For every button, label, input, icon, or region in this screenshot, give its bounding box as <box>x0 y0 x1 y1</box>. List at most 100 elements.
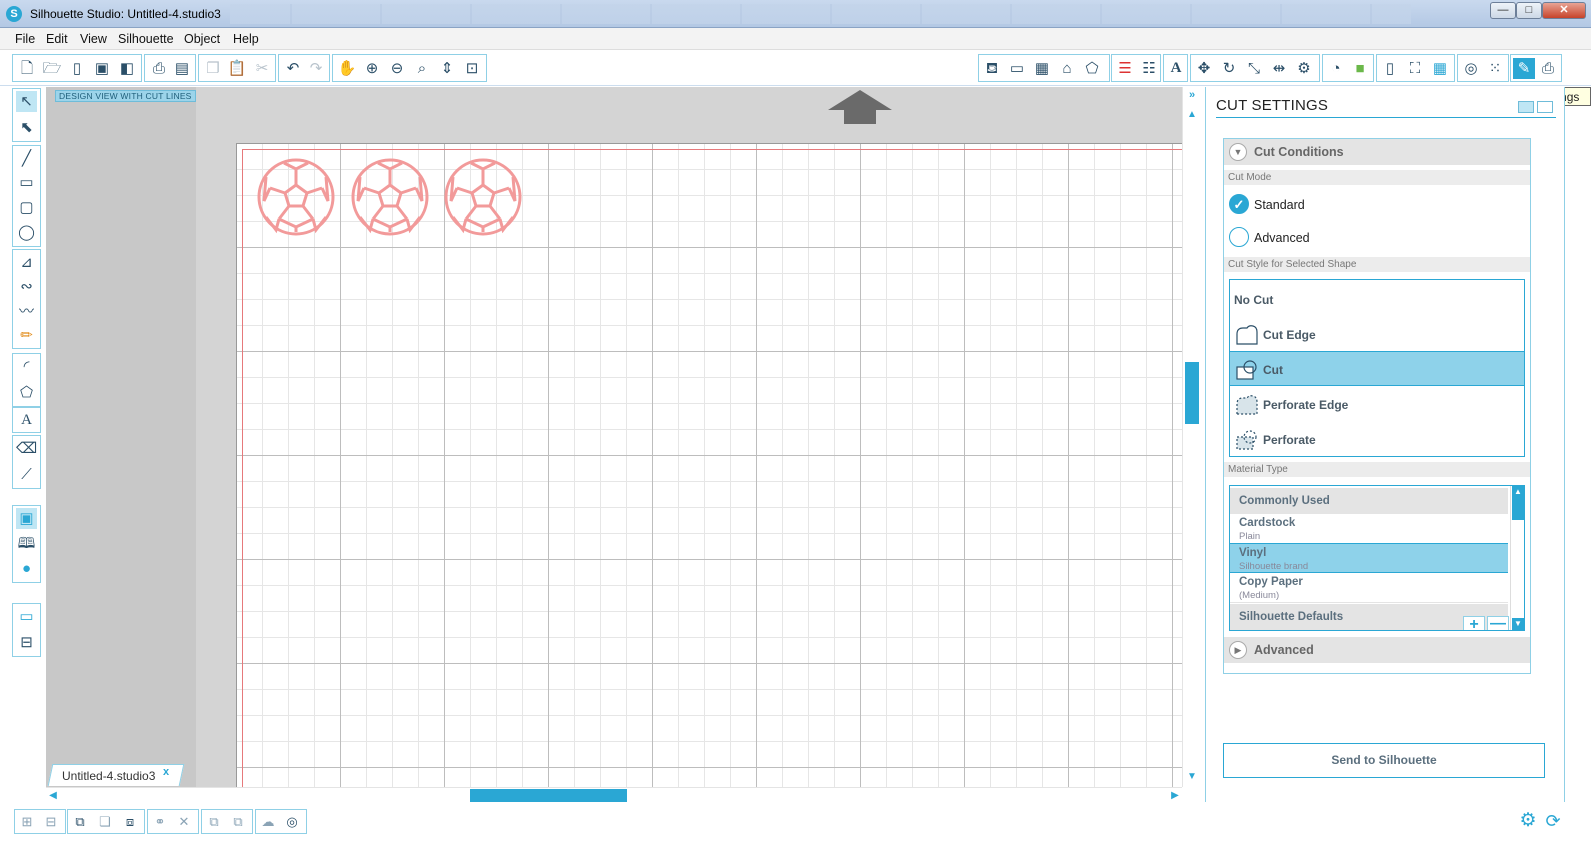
panel-collapse-icon[interactable]: » <box>1185 88 1199 102</box>
soccer-ball-shape[interactable] <box>350 157 430 237</box>
horizontal-scroll-thumb[interactable] <box>470 789 627 802</box>
material-scroll-down-icon[interactable]: ▼ <box>1512 618 1524 630</box>
scale-icon[interactable]: ⤡ <box>1243 58 1265 79</box>
print-to-cutter-icon[interactable]: ▤ <box>171 58 193 79</box>
menu-view[interactable]: View <box>80 32 107 46</box>
document-tab-close-icon[interactable]: x <box>163 766 169 778</box>
registration-marks-icon[interactable]: ⛶ <box>1404 58 1426 79</box>
zoom-select-icon[interactable]: ⌕ <box>411 58 433 79</box>
paste-icon[interactable]: 📋 <box>226 58 248 79</box>
menu-help[interactable]: Help <box>233 32 259 46</box>
text-style-icon[interactable]: A <box>1165 58 1187 79</box>
make-compound-path-icon[interactable]: ⧉ <box>70 812 90 832</box>
cut-conditions-header[interactable]: ▼ Cut Conditions <box>1224 139 1530 165</box>
ellipse-tool-icon[interactable]: ◯ <box>16 222 37 243</box>
save-icon[interactable]: ▣ <box>91 58 113 79</box>
fill-gradient-icon[interactable]: ⌂ <box>1056 58 1078 79</box>
regular-polygon-tool-icon[interactable]: ⬠ <box>16 382 37 403</box>
polygon-tool-icon[interactable]: ⊿ <box>16 252 37 273</box>
material-list-scrollbar[interactable]: ▲ ▼ <box>1510 486 1524 630</box>
fill-bucket-icon[interactable]: ⛾ <box>981 58 1003 79</box>
print-icon[interactable]: ⎙ <box>148 58 170 79</box>
panel-dock-icon[interactable] <box>1518 101 1534 113</box>
pan-hand-icon[interactable]: ✋ <box>336 58 358 79</box>
cut-style-perforate[interactable]: Perforate <box>1230 422 1524 457</box>
add-material-button[interactable]: + <box>1463 616 1485 630</box>
silhouette-store-icon[interactable]: ● <box>16 558 37 579</box>
arc-tool-icon[interactable]: ◜ <box>16 356 37 377</box>
scroll-up-arrow-icon[interactable]: ▲ <box>1185 109 1199 121</box>
zoom-in-icon[interactable]: ⊕ <box>361 58 383 79</box>
material-item-copy-paper[interactable]: Copy Paper (Medium) <box>1230 573 1508 603</box>
fill-pattern-icon[interactable]: ▦ <box>1031 58 1053 79</box>
move-icon[interactable]: ⇹ <box>1268 58 1290 79</box>
delete-icon[interactable]: ✕ <box>174 812 194 832</box>
new-document-icon[interactable]: 🗋 <box>16 58 38 79</box>
bring-forward-icon[interactable]: ⧈ <box>120 812 140 832</box>
close-button[interactable]: ✕ <box>1542 2 1586 19</box>
line-tool-icon[interactable]: ╱ <box>16 148 37 169</box>
send-to-back-icon[interactable]: ⧉ <box>228 812 248 832</box>
menu-object[interactable]: Object <box>184 32 220 46</box>
rounded-rectangle-tool-icon[interactable]: ▢ <box>16 197 37 218</box>
vertical-scroll-thumb[interactable] <box>1185 362 1199 424</box>
cut-mode-standard-label[interactable]: Standard <box>1254 198 1305 212</box>
internal-offset-icon[interactable]: ◎ <box>282 812 302 832</box>
material-item-cardstock[interactable]: Cardstock Plain <box>1230 514 1508 544</box>
text-tool-icon[interactable]: A <box>16 410 37 431</box>
line-color-icon[interactable]: ⬠ <box>1081 58 1103 79</box>
fill-color-icon[interactable]: ▭ <box>1006 58 1028 79</box>
edit-points-icon[interactable]: ⬉ <box>16 117 37 138</box>
minimize-button[interactable]: — <box>1490 2 1516 19</box>
split-view-icon[interactable]: ⊟ <box>16 632 37 653</box>
sketch-icon[interactable]: ⁙ <box>1484 58 1506 79</box>
send-to-cutter-icon[interactable]: ⎙ <box>1537 58 1559 79</box>
gear-icon[interactable]: ⚙ <box>1518 811 1538 831</box>
release-compound-path-icon[interactable]: ❏ <box>95 812 115 832</box>
soccer-ball-shape[interactable] <box>443 157 523 237</box>
select-arrow-icon[interactable]: ↖ <box>16 91 37 112</box>
menu-file[interactable]: File <box>15 32 35 46</box>
cut-style-no-cut[interactable]: No Cut <box>1230 282 1524 317</box>
maximize-button[interactable]: □ <box>1516 2 1542 19</box>
cut-style-cut[interactable]: Cut <box>1230 351 1524 386</box>
undo-icon[interactable]: ↶ <box>282 58 304 79</box>
zoom-out-icon[interactable]: ⊖ <box>386 58 408 79</box>
line-color-stripes-icon[interactable]: ☰ <box>1114 58 1136 79</box>
eraser-tool-icon[interactable]: ⌫ <box>16 438 37 459</box>
send-to-silhouette-button[interactable]: Send to Silhouette <box>1223 743 1545 778</box>
trace-icon[interactable]: ◎ <box>1460 58 1482 79</box>
freehand-tool-icon[interactable]: 〰 <box>16 301 37 322</box>
replicate-icon[interactable]: ⚙ <box>1293 58 1315 79</box>
scroll-down-arrow-icon[interactable]: ▼ <box>1185 771 1199 783</box>
fit-to-page-icon[interactable]: ⊡ <box>461 58 483 79</box>
line-style-icon[interactable]: ☷ <box>1138 58 1160 79</box>
pencil-tool-icon[interactable]: ✏ <box>16 325 37 346</box>
curve-tool-icon[interactable]: ∾ <box>16 276 37 297</box>
cut-mode-advanced-label[interactable]: Advanced <box>1254 231 1310 245</box>
design-canvas[interactable]: DESIGN VIEW WITH CUT LINES <box>46 87 1182 787</box>
bring-to-front-icon[interactable]: ⧉ <box>204 812 224 832</box>
library-book-icon[interactable]: 🕮 <box>16 533 37 554</box>
cut-scissors-icon[interactable]: ✂ <box>251 58 273 79</box>
knife-tool-icon[interactable]: ⟋ <box>16 464 37 485</box>
ungroup-icon[interactable]: ⊟ <box>41 812 61 832</box>
design-page-icon[interactable]: ▣ <box>16 508 37 529</box>
open-library-icon[interactable]: ▯ <box>66 58 88 79</box>
refresh-icon[interactable]: ⟳ <box>1543 811 1563 831</box>
cut-style-cut-edge[interactable]: Cut Edge <box>1230 317 1524 352</box>
open-folder-icon[interactable]: 🗁 <box>41 58 63 79</box>
horizontal-scrollbar[interactable]: ◀ ▶ <box>46 787 1182 802</box>
scroll-right-arrow-icon[interactable]: ▶ <box>1168 789 1182 802</box>
cut-mode-advanced-radio[interactable] <box>1229 227 1249 247</box>
material-scroll-thumb[interactable] <box>1512 498 1524 520</box>
document-tab-label[interactable]: Untitled-4.studio3 <box>62 769 155 783</box>
offset-icon[interactable]: ■ <box>1349 58 1371 79</box>
single-view-icon[interactable]: ▭ <box>16 606 37 627</box>
redo-icon[interactable]: ↷ <box>305 58 327 79</box>
material-scroll-up-icon[interactable]: ▲ <box>1512 486 1524 498</box>
grid-icon[interactable]: ▦ <box>1429 58 1451 79</box>
shape-offset-icon[interactable]: ☁ <box>258 812 278 832</box>
cut-mode-standard-radio[interactable]: ✓ <box>1229 194 1249 214</box>
rotate-icon[interactable]: ↻ <box>1218 58 1240 79</box>
